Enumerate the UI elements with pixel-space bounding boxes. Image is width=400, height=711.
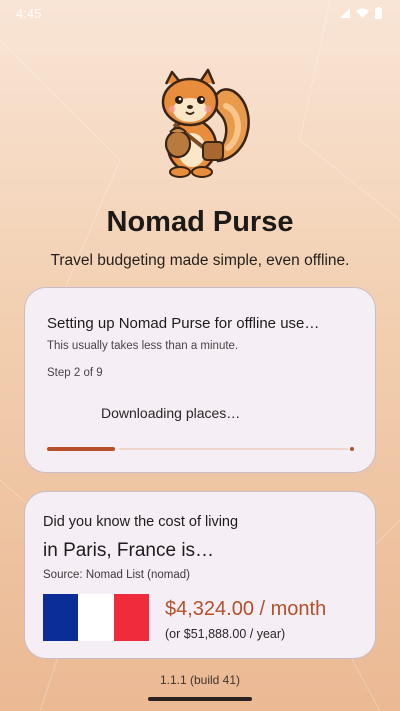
progress-fill — [47, 447, 115, 451]
status-time: 4:45 — [16, 5, 42, 21]
battery-icon — [375, 7, 382, 19]
yearly-cost: (or $51,888.00 / year) — [165, 627, 286, 641]
fact-source: Source: Nomad List (nomad) — [43, 569, 191, 581]
cost-of-living-card: Did you know the cost of living in Paris… — [24, 491, 376, 659]
status-icons — [340, 7, 382, 19]
app-title: Nomad Purse — [106, 206, 294, 238]
setup-step-counter: Step 2 of 9 — [47, 367, 103, 379]
setup-card: Setting up Nomad Purse for offline use… … — [24, 287, 376, 473]
app-tagline: Travel budgeting made simple, even offli… — [50, 252, 350, 269]
fact-city: in Paris, France is… — [43, 540, 215, 561]
squirrel-mascot — [161, 68, 250, 178]
flag-stripe-white — [78, 594, 114, 641]
flag-stripe-red — [113, 594, 149, 641]
signal-icon — [340, 8, 350, 18]
app-version: 1.1.1 (build 41) — [159, 673, 241, 687]
setup-subtitle: This usually takes less than a minute. — [47, 340, 239, 352]
wifi-icon — [356, 8, 369, 18]
fact-question: Did you know the cost of living — [43, 514, 239, 530]
progress-end-dot — [350, 447, 354, 451]
progress-remaining — [118, 448, 348, 450]
monthly-cost: $4,324.00 / month — [165, 598, 327, 620]
setup-current-action: Downloading places… — [101, 405, 241, 421]
status-bar: 4:45 — [0, 0, 400, 26]
setup-title: Setting up Nomad Purse for offline use… — [47, 315, 320, 332]
home-indicator[interactable] — [148, 697, 252, 701]
flag-stripe-blue — [43, 594, 79, 641]
setup-progress-bar — [47, 447, 354, 451]
france-flag — [43, 594, 149, 641]
